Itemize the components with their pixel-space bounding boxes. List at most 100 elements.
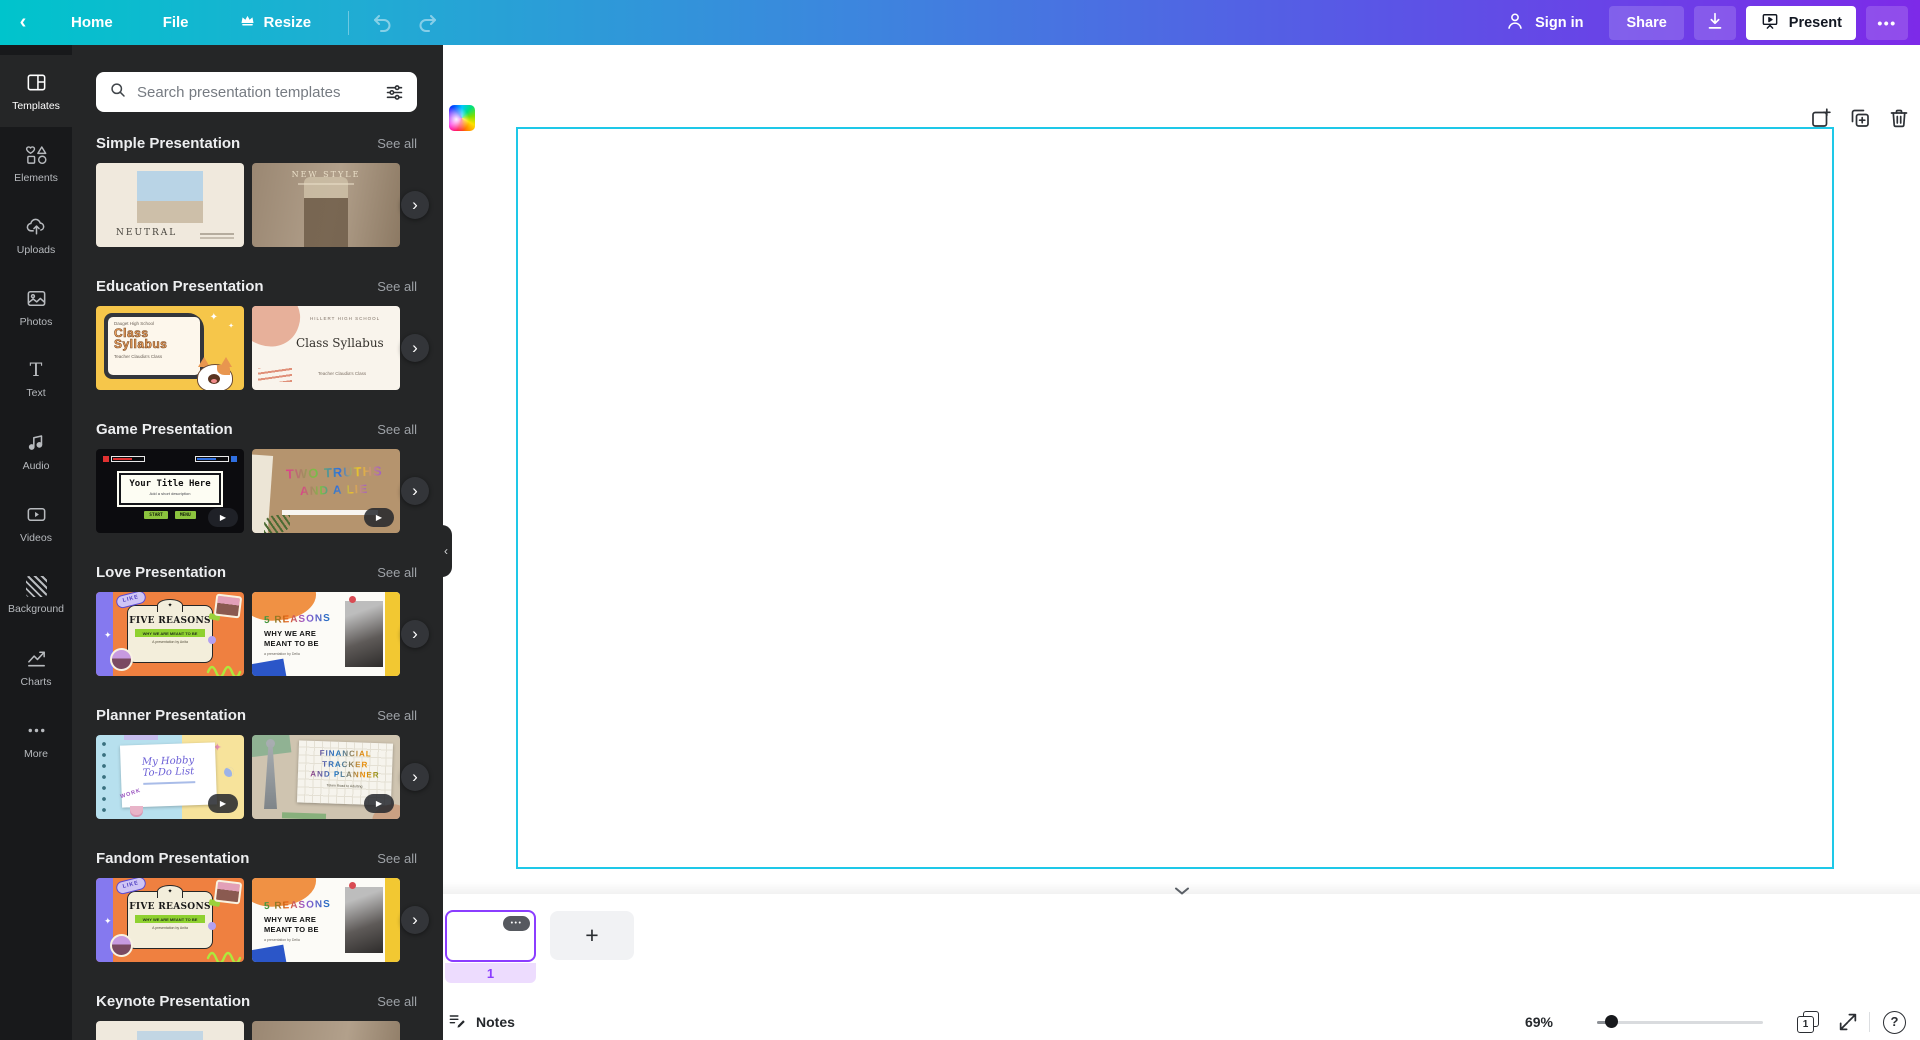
plus-icon: + <box>585 922 599 948</box>
sidebar-item-photos[interactable]: Photos <box>0 271 72 343</box>
text-icon: T <box>29 359 43 381</box>
video-play-icon: ▶ <box>364 508 394 527</box>
elements-shapes-icon <box>25 143 48 166</box>
sign-in-button[interactable]: Sign in <box>1504 10 1583 36</box>
template-thumbnail-5-reasons-collage[interactable]: 5 REASONS WHY WE ARE MEANT TO BE a prese… <box>252 878 400 962</box>
template-carousel: NEUTRAL NEW STYLE › <box>96 163 429 247</box>
page-1-thumbnail[interactable]: ••• 1 <box>445 910 536 983</box>
file-menu[interactable]: File <box>163 14 189 31</box>
see-all-link[interactable]: See all <box>377 136 417 151</box>
user-icon <box>1504 10 1526 36</box>
audio-note-icon <box>25 431 48 454</box>
see-all-link[interactable]: See all <box>377 708 417 723</box>
search-input[interactable] <box>137 83 375 101</box>
more-options-icon[interactable]: ••• <box>1866 5 1908 40</box>
template-thumbnail-5-reasons-collage[interactable]: 5 REASONS WHY WE ARE MEANT TO BE a prese… <box>252 592 400 676</box>
sidebar-item-elements[interactable]: Elements <box>0 127 72 199</box>
back-icon[interactable]: ‹ <box>0 11 46 34</box>
thumbnail-photo <box>304 177 348 247</box>
sidebar-item-audio[interactable]: Audio <box>0 415 72 487</box>
photo-sticker <box>110 648 133 671</box>
template-carousel: LIKE ✦ FIVE REASONS WHY WE ARE MEANT TO … <box>96 592 429 676</box>
section-title: Keynote Presentation <box>96 993 251 1010</box>
carousel-next-button[interactable]: › <box>401 477 429 505</box>
template-thumbnail-game-title[interactable]: Your Title Here Add a short description … <box>96 449 244 533</box>
page-options-icon[interactable]: ••• <box>503 916 530 931</box>
add-page-button[interactable]: + <box>550 911 634 960</box>
template-thumbnail-hobby-list[interactable]: ✦ My Hobby To-Do List WORK ▶ <box>96 735 244 819</box>
sidebar-rail: Templates Elements Uploads Photos T Text… <box>0 45 72 1040</box>
thumbnail-photo <box>137 171 203 223</box>
video-play-icon: ▶ <box>208 508 238 527</box>
background-color-picker[interactable] <box>449 105 475 131</box>
notes-icon <box>447 1011 467 1034</box>
section-planner-presentation: Planner Presentation See all ✦ My Hobby … <box>96 706 429 819</box>
carousel-next-button[interactable]: › <box>401 334 429 362</box>
sidebar-item-uploads[interactable]: Uploads <box>0 199 72 271</box>
duplicate-page-icon[interactable] <box>1847 105 1873 131</box>
squiggle-decoration <box>206 951 242 962</box>
sidebar-item-charts[interactable]: Charts <box>0 631 72 703</box>
teacup-sticker <box>130 806 143 815</box>
section-title: Simple Presentation <box>96 135 241 152</box>
template-thumbnail-two-truths[interactable]: TWO TRUTHS AND A LIE ▶ <box>252 449 400 533</box>
share-button[interactable]: Share <box>1609 5 1684 40</box>
more-dots-icon <box>25 719 48 742</box>
help-icon[interactable]: ? <box>1883 1010 1906 1034</box>
resize-button[interactable]: Resize <box>239 12 311 33</box>
template-thumbnail-keynote[interactable] <box>96 1021 244 1040</box>
template-carousel: ✦ My Hobby To-Do List WORK ▶ FINANCIAL T… <box>96 735 429 819</box>
page-preview[interactable]: ••• <box>445 910 536 962</box>
carousel-next-button[interactable]: › <box>401 620 429 648</box>
carousel-next-button[interactable]: › <box>401 191 429 219</box>
sidebar-item-more[interactable]: More <box>0 703 72 775</box>
chevron-down-icon[interactable] <box>1173 884 1191 899</box>
sidebar-item-text[interactable]: T Text <box>0 343 72 415</box>
fullscreen-icon[interactable] <box>1837 1011 1859 1033</box>
sidebar-item-templates[interactable]: Templates <box>0 55 72 127</box>
see-all-link[interactable]: See all <box>377 422 417 437</box>
video-play-icon: ▶ <box>364 794 394 813</box>
see-all-link[interactable]: See all <box>377 279 417 294</box>
template-thumbnail-keynote[interactable] <box>252 1021 400 1040</box>
template-thumbnail-financial-tracker[interactable]: FINANCIAL TRACKER AND PLANNER Token Road… <box>252 735 400 819</box>
undo-icon[interactable] <box>371 11 395 35</box>
template-thumbnail-five-reasons[interactable]: LIKE ✦ FIVE REASONS WHY WE ARE MEANT TO … <box>96 878 244 962</box>
carousel-next-button[interactable]: › <box>401 906 429 934</box>
home-button[interactable]: Home <box>71 14 113 31</box>
section-title: Education Presentation <box>96 278 264 295</box>
present-button[interactable]: Present <box>1745 5 1856 40</box>
divider <box>1869 1012 1870 1032</box>
notes-button[interactable]: Notes <box>447 1011 515 1034</box>
templates-icon <box>25 71 48 94</box>
section-love-presentation: Love Presentation See all LIKE ✦ FIVE RE… <box>96 563 429 676</box>
template-thumbnail-class-syllabus-minimal[interactable]: HILLERT HIGH SCHOOL Class Syllabus Teach… <box>252 306 400 390</box>
pages-icon[interactable]: 1 <box>1797 1011 1819 1033</box>
sidebar-item-background[interactable]: Background <box>0 559 72 631</box>
see-all-link[interactable]: See all <box>377 851 417 866</box>
delete-page-icon[interactable] <box>1886 105 1912 131</box>
top-bar: ‹ Home File Resize Sign in Share Present… <box>0 0 1920 45</box>
background-icon <box>25 575 47 597</box>
download-icon <box>1704 10 1726 36</box>
filter-icon[interactable] <box>384 82 405 103</box>
presentation-page[interactable] <box>516 127 1834 869</box>
photo-sticker <box>213 593 243 619</box>
section-title: Fandom Presentation <box>96 850 250 867</box>
template-thumbnail-neutral[interactable]: NEUTRAL <box>96 163 244 247</box>
sidebar-item-videos[interactable]: Videos <box>0 487 72 559</box>
redo-icon[interactable] <box>415 11 439 35</box>
search-bar <box>96 72 417 112</box>
template-thumbnail-five-reasons[interactable]: LIKE ✦ FIVE REASONS WHY WE ARE MEANT TO … <box>96 592 244 676</box>
template-thumbnail-class-syllabus[interactable]: ✦ ✦ Dauget High School Class Syllabus Te… <box>96 306 244 390</box>
carousel-next-button[interactable]: › <box>401 763 429 791</box>
template-carousel: Your Title Here Add a short description … <box>96 449 429 533</box>
zoom-slider-handle[interactable] <box>1605 1015 1618 1028</box>
see-all-link[interactable]: See all <box>377 994 417 1009</box>
photo <box>345 601 383 667</box>
see-all-link[interactable]: See all <box>377 565 417 580</box>
zoom-slider[interactable] <box>1597 1015 1763 1029</box>
template-thumbnail-new-style[interactable]: NEW STYLE <box>252 163 400 247</box>
page-number-label: 1 <box>445 963 536 983</box>
download-button[interactable] <box>1693 5 1736 40</box>
